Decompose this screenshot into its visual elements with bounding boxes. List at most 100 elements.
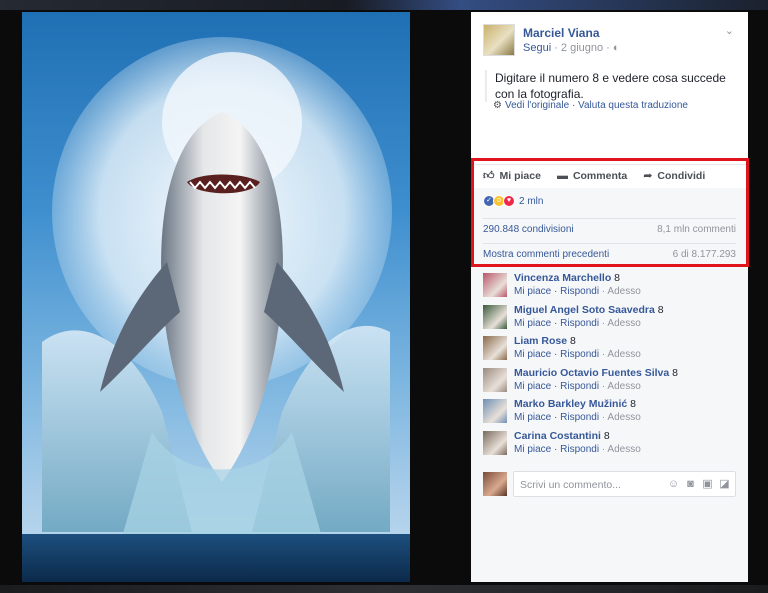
reactions-count[interactable]: 2 mln	[519, 196, 543, 207]
background-strip-bottom	[0, 585, 768, 593]
comment-time: · Adesso	[601, 349, 641, 360]
camera-icon[interactable]: ◙	[684, 478, 697, 491]
comment-like-link[interactable]: Mi piace	[514, 318, 551, 329]
comment-time: · Adesso	[601, 317, 641, 329]
comment-like-link[interactable]: Mi piace	[514, 381, 551, 392]
comment-body: Vincenza Marchello 8	[514, 272, 620, 284]
comment-text: 8	[567, 335, 576, 347]
comment-body: Mauricio Octavio Fuentes Silva 8	[514, 367, 678, 379]
translation-links: ⚙ Vedi l'originale · Valuta questa traduz…	[493, 100, 688, 111]
commenter-avatar[interactable]	[483, 336, 507, 360]
comment-text: 8	[627, 398, 636, 410]
comment-actions: Mi piace · Rispondi · Adesso	[514, 318, 641, 329]
comment-reply-link[interactable]: · Rispondi	[554, 286, 599, 297]
comment-body: Miguel Angel Soto Saavedra 8	[514, 304, 664, 316]
like-label: Mi piace	[499, 169, 541, 182]
feedback-section: ✓ o ♥ 2 mln 290.848 condivisioni 8,1 mln…	[471, 188, 748, 582]
thumbs-up-icon: 👍︎	[483, 170, 495, 182]
commenter-name[interactable]: Vincenza Marchello	[514, 272, 611, 284]
shares-count[interactable]: 290.848 condivisioni	[483, 224, 574, 235]
author-avatar[interactable]	[483, 24, 515, 56]
share-label: Condividi	[657, 169, 706, 182]
post-text: Digitare il numero 8 e vedere cosa succe…	[485, 70, 735, 102]
comment-like-link[interactable]: Mi piace	[514, 444, 551, 455]
comment-text: 8	[600, 429, 610, 442]
comment-input-box[interactable]: ☺ ◙ ▣ ◪	[513, 471, 736, 497]
background-strip-top	[0, 0, 768, 10]
post-actions: 👍︎ Mi piace ▬ Commenta ➦ Condividi	[471, 164, 748, 186]
composer-icons: ☺ ◙ ▣ ◪	[663, 478, 731, 491]
comment-reply-link[interactable]: · Rispondi	[554, 381, 599, 392]
comment-item: Mauricio Octavio Fuentes Silva 8 Mi piace…	[483, 367, 738, 397]
comment-actions: Mi piace · Rispondi · Adesso	[514, 286, 641, 297]
globe-icon: ◐	[612, 42, 620, 54]
like-button[interactable]: 👍︎ Mi piace	[483, 169, 541, 183]
comment-body: Liam Rose 8	[514, 335, 576, 347]
commenter-name[interactable]: Liam Rose	[514, 335, 567, 347]
see-original-link[interactable]: Vedi l'originale	[505, 100, 569, 111]
rate-translation-link[interactable]: · Valuta questa traduzione	[572, 100, 688, 111]
post-header: Marciel Viana Segui · 2 giugno · ◐ ⌄	[483, 24, 736, 64]
current-user-avatar	[483, 472, 507, 496]
comment-like-link[interactable]: Mi piace	[514, 349, 551, 360]
love-reaction-icon: ♥	[503, 195, 515, 207]
commenter-avatar[interactable]	[483, 399, 507, 423]
commenter-avatar[interactable]	[483, 273, 507, 297]
commenter-name[interactable]: Marko Barkley Mužinić	[514, 398, 627, 410]
gif-icon[interactable]: ▣	[701, 478, 714, 491]
author-name[interactable]: Marciel Viana	[523, 26, 600, 40]
comment-item: Marko Barkley Mužinić 8 Mi piace · Rispon…	[483, 398, 738, 428]
post-date[interactable]: · 2 giugno ·	[554, 42, 610, 54]
reactions-summary[interactable]: ✓ o ♥ 2 mln	[483, 193, 543, 209]
comment-item: Vincenza Marchello 8 Mi piace · Rispondi …	[483, 272, 738, 302]
comment-actions: Mi piace · Rispondi · Adesso	[514, 444, 641, 455]
comment-actions: Mi piace · Rispondi · Adesso	[514, 412, 641, 423]
commenter-name[interactable]: Miguel Angel Soto Saavedra	[514, 304, 655, 316]
comment-reply-link[interactable]: · Rispondi	[554, 444, 599, 455]
comment-reply-link[interactable]: · Rispondi	[554, 412, 599, 423]
comment-time: · Adesso	[601, 286, 641, 297]
comment-time: · Adesso	[601, 380, 641, 392]
commenter-name[interactable]: Carina Costantini	[514, 430, 601, 442]
comment-time: · Adesso	[601, 412, 641, 423]
comment-time: · Adesso	[601, 443, 641, 455]
commenter-avatar[interactable]	[483, 430, 507, 455]
sticker-icon[interactable]: ◪	[718, 478, 731, 491]
share-button[interactable]: ➦ Condividi	[643, 169, 706, 183]
comment-body: Marko Barkley Mužinić 8	[514, 398, 636, 410]
comment-like-link[interactable]: Mi piace	[514, 286, 551, 297]
comment-item: Carina Costantini 8 Mi piace · Rispondi ·…	[483, 430, 738, 460]
comment-item: Miguel Angel Soto Saavedra 8 Mi piace · R…	[483, 304, 738, 334]
emoji-icon[interactable]: ☺	[667, 478, 680, 491]
comment-actions: Mi piace · Rispondi · Adesso	[514, 349, 641, 360]
comment-item: Liam Rose 8 Mi piace · Rispondi · Adesso	[483, 335, 738, 365]
shark-illustration	[22, 37, 410, 582]
speech-bubble-icon: ▬	[556, 169, 568, 182]
comment-composer: ☺ ◙ ▣ ◪	[483, 471, 736, 497]
comments-range: 6 di 8.177.293	[672, 249, 736, 260]
commenter-avatar[interactable]	[483, 367, 507, 392]
chevron-down-icon[interactable]: ⌄	[725, 24, 734, 37]
post-photo[interactable]	[22, 12, 410, 582]
comment-actions: Mi piace · Rispondi · Adesso	[514, 381, 641, 392]
stats-row: 290.848 condivisioni 8,1 mln commenti	[483, 218, 736, 240]
previous-comments-row: Mostra commenti precedenti 6 di 8.177.29…	[483, 243, 736, 265]
comment-input[interactable]	[520, 477, 650, 492]
comment-label: Commenta	[572, 169, 628, 182]
comment-reply-link[interactable]: · Rispondi	[554, 318, 599, 329]
comment-body: Carina Costantini 8	[514, 430, 610, 442]
comment-button[interactable]: ▬ Commenta	[557, 170, 627, 182]
comments-count[interactable]: 8,1 mln commenti	[657, 224, 736, 235]
commenter-name[interactable]: Mauricio Octavio Fuentes Silva	[514, 367, 669, 379]
gear-icon: ⚙	[493, 100, 502, 111]
post-meta: Segui · 2 giugno · ◐	[523, 42, 620, 54]
comment-text: 8	[654, 303, 664, 316]
comment-reply-link[interactable]: · Rispondi	[554, 349, 599, 360]
post-side-panel: Marciel Viana Segui · 2 giugno · ◐ ⌄ Dig…	[471, 12, 748, 582]
follow-link[interactable]: Segui	[523, 42, 551, 54]
commenter-avatar[interactable]	[483, 304, 507, 329]
comment-text: 8	[611, 272, 621, 284]
show-previous-comments-link[interactable]: Mostra commenti precedenti	[483, 249, 609, 260]
share-arrow-icon: ➦	[643, 170, 653, 182]
comment-like-link[interactable]: Mi piace	[514, 412, 551, 423]
